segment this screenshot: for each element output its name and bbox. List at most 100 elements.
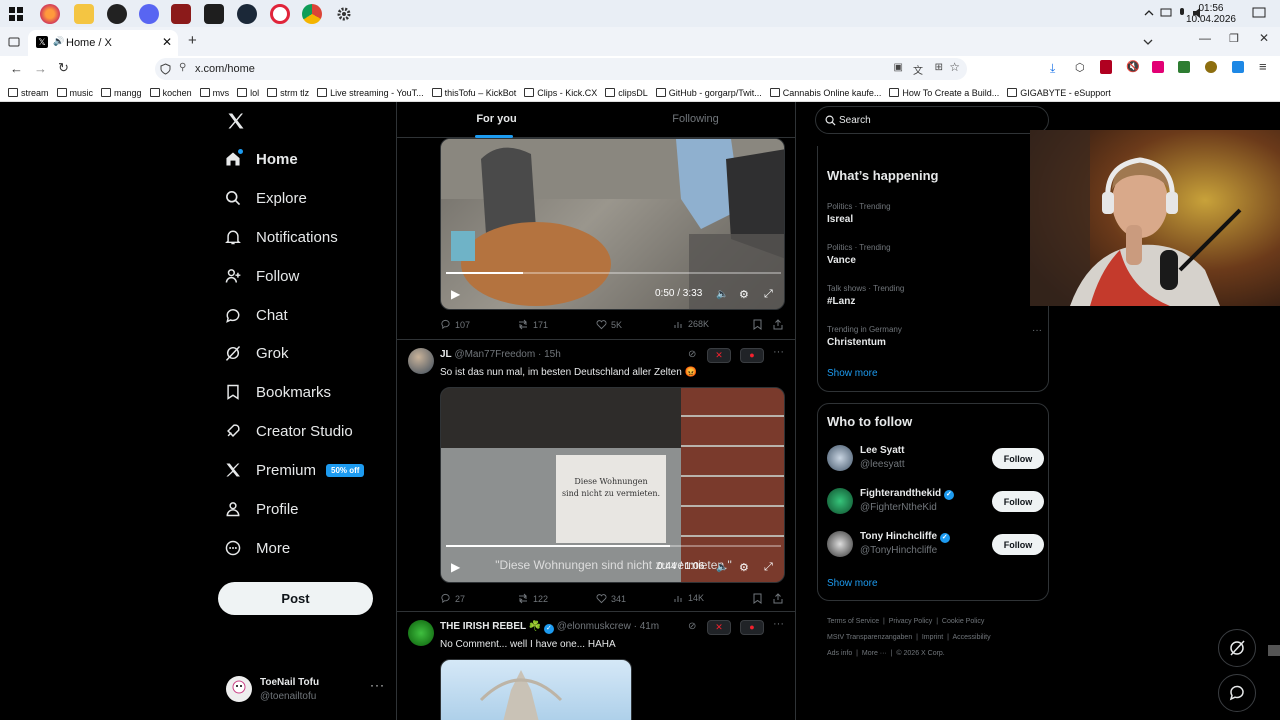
- forward-icon[interactable]: →: [34, 61, 47, 76]
- post-button[interactable]: Post: [218, 582, 373, 615]
- notification-icon[interactable]: [1252, 7, 1266, 19]
- blue-ext-icon[interactable]: [1232, 61, 1244, 73]
- nav-item-profile[interactable]: Profile: [224, 490, 299, 528]
- extensions-icon[interactable]: ⬡: [1075, 61, 1085, 74]
- footer-link[interactable]: Imprint: [922, 634, 943, 641]
- more-dots-icon[interactable]: ···: [370, 678, 385, 692]
- video-volume-icon[interactable]: 🔈: [716, 289, 728, 300]
- more-dots-icon[interactable]: ···: [773, 618, 784, 630]
- suggested-account[interactable]: Tony Hinchcliffe ✓ @TonyHinchcliffe Follow: [827, 528, 1044, 562]
- opera-icon[interactable]: [270, 4, 290, 24]
- trend-item[interactable]: Politics · TrendingIsreal···: [827, 202, 1042, 225]
- follow-button[interactable]: Follow: [992, 491, 1044, 512]
- new-tab-icon[interactable]: +: [188, 32, 197, 49]
- reply-button[interactable]: 107: [440, 319, 470, 330]
- footer-link[interactable]: Accessibility: [952, 634, 990, 641]
- bookmark-item[interactable]: music: [56, 83, 93, 101]
- nav-item-follow[interactable]: Follow: [224, 257, 299, 295]
- chevron-up-icon[interactable]: [1144, 9, 1154, 17]
- tweet-time[interactable]: 15h: [544, 349, 561, 360]
- telekom-ext-icon[interactable]: [1152, 61, 1164, 73]
- address-bar[interactable]: ⚲ x.com/home ▣ 文 ⊞ ☆: [155, 58, 967, 80]
- ublock-icon[interactable]: [1100, 60, 1112, 74]
- views-button[interactable]: 14K: [674, 593, 704, 603]
- bookmark-item[interactable]: Live streaming - YouT...: [317, 83, 424, 101]
- nav-item-explore[interactable]: Explore: [224, 179, 307, 217]
- terminal-icon[interactable]: [204, 4, 224, 24]
- bookmark-item[interactable]: kochen: [149, 83, 192, 101]
- x-logo-icon[interactable]: [227, 112, 245, 130]
- firefox-icon[interactable]: [40, 4, 60, 24]
- tweet-video[interactable]: Diese Wohnungen sind nicht zu vermieten.…: [440, 387, 785, 583]
- tab-for-you[interactable]: For you: [397, 102, 596, 138]
- bookmark-item[interactable]: Cannabis Online kaufe...: [769, 83, 881, 101]
- tweet-image[interactable]: [440, 659, 632, 720]
- footer-link[interactable]: MStV Transparenzangaben: [827, 634, 912, 641]
- like-button[interactable]: 5K: [596, 319, 622, 330]
- bookmark-item[interactable]: stream: [8, 83, 49, 101]
- avatar[interactable]: [408, 348, 434, 374]
- minimize-icon[interactable]: —: [1199, 31, 1211, 45]
- show-more-link[interactable]: Show more: [827, 578, 878, 589]
- tab-following[interactable]: Following: [596, 102, 795, 138]
- footer-link[interactable]: © 2026 X Corp.: [896, 650, 944, 657]
- author-name[interactable]: JL: [440, 349, 452, 360]
- file-explorer-icon[interactable]: [74, 4, 94, 24]
- nav-item-home[interactable]: Home: [224, 140, 298, 178]
- trend-item[interactable]: Trending in Germany Christentum ···: [827, 325, 1042, 348]
- suggested-account[interactable]: Fighterandthekid ✓ @FighterNtheKid Follow: [827, 485, 1044, 519]
- play-icon[interactable]: ▶: [451, 560, 460, 574]
- footer-link[interactable]: Cookie Policy: [942, 618, 984, 625]
- video-progress-track[interactable]: [446, 272, 781, 274]
- avatar[interactable]: [827, 531, 853, 557]
- grok-icon[interactable]: ⊘: [688, 349, 696, 360]
- footer-link[interactable]: Privacy Policy: [889, 618, 933, 625]
- steam-icon[interactable]: [237, 4, 257, 24]
- show-more-link[interactable]: Show more: [827, 368, 878, 379]
- video-settings-icon[interactable]: ⚙: [739, 561, 749, 574]
- views-button[interactable]: 268K: [674, 319, 709, 329]
- grok-icon[interactable]: ⊘: [688, 621, 696, 632]
- fullscreen-icon[interactable]: ⤢: [764, 288, 773, 301]
- avatar[interactable]: [408, 620, 434, 646]
- grok-fab[interactable]: [1218, 629, 1256, 667]
- back-icon[interactable]: ←: [10, 61, 23, 76]
- bookmark-item[interactable]: lol: [237, 83, 259, 101]
- nav-item-premium[interactable]: Premium 50% off: [224, 451, 365, 489]
- author-handle[interactable]: @Man77Freedom: [454, 349, 535, 360]
- nav-item-bookmarks[interactable]: Bookmarks: [224, 373, 331, 411]
- video-settings-icon[interactable]: ⚙: [739, 288, 749, 301]
- bookmark-button[interactable]: [753, 593, 762, 604]
- follow-button[interactable]: Follow: [992, 448, 1044, 469]
- reply-button[interactable]: 27: [440, 593, 465, 604]
- restore-icon[interactable]: ❐: [1229, 32, 1239, 45]
- star-icon[interactable]: ☆: [949, 60, 960, 74]
- nav-item-grok[interactable]: Grok: [224, 334, 289, 372]
- follow-button[interactable]: Follow: [992, 534, 1044, 555]
- chevron-down-icon[interactable]: [1143, 38, 1153, 46]
- block-button[interactable]: ✕: [707, 620, 731, 635]
- download-icon[interactable]: ⤓: [1050, 61, 1055, 76]
- bookmark-item[interactable]: strm tlz: [267, 83, 309, 101]
- bookmark-button[interactable]: [753, 319, 762, 330]
- repost-button[interactable]: 122: [517, 593, 548, 604]
- network-icon[interactable]: [1160, 7, 1172, 19]
- footer-link[interactable]: Ads info: [827, 650, 852, 657]
- windows-start-icon[interactable]: [6, 4, 26, 24]
- record-button[interactable]: ●: [740, 620, 764, 635]
- bookmark-item[interactable]: How To Create a Build...: [889, 83, 999, 101]
- video-volume-icon[interactable]: 🔈: [716, 562, 728, 573]
- footer-link[interactable]: More ···: [862, 650, 887, 657]
- play-icon[interactable]: ▶: [451, 287, 460, 301]
- nav-item-creator-studio[interactable]: Creator Studio: [224, 412, 353, 450]
- share-button[interactable]: [773, 593, 783, 604]
- chrome-ext-icon[interactable]: [107, 4, 127, 24]
- reader-icon[interactable]: ▣: [894, 62, 903, 73]
- account-switcher[interactable]: ToeNail Tofu @toenailtofu ···: [226, 674, 386, 710]
- block-button[interactable]: ✕: [707, 348, 731, 363]
- bookmark-item[interactable]: thisTofu – KickBot: [431, 83, 516, 101]
- tweet[interactable]: JL @Man77Freedom · 15h ⊘ ✕ ● ··· So ist …: [397, 340, 795, 612]
- more-dots-icon[interactable]: ···: [1032, 325, 1042, 336]
- nav-item-chat[interactable]: Chat: [224, 296, 288, 334]
- chrome-icon[interactable]: [302, 4, 322, 24]
